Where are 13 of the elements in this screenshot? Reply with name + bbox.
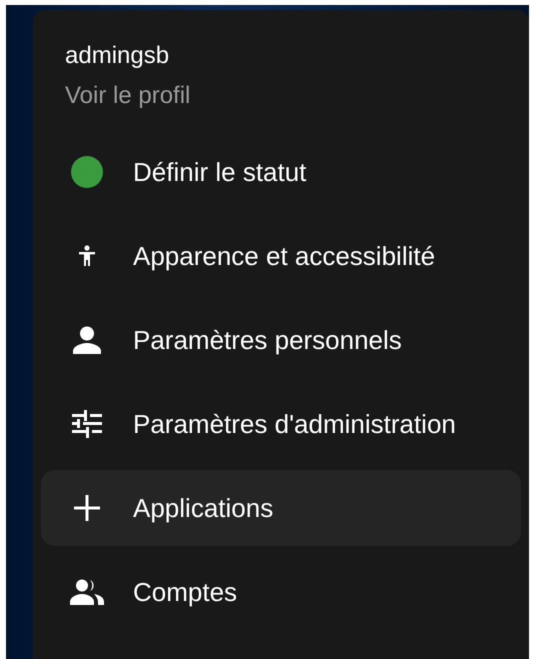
person-icon bbox=[72, 326, 102, 354]
menu-item[interactable]: Définir le statut bbox=[41, 134, 521, 210]
menu-item[interactable]: Apparence et accessibilité bbox=[41, 218, 521, 294]
plus-icon bbox=[74, 495, 100, 521]
menu-item[interactable]: Paramètres personnels bbox=[41, 302, 521, 378]
accessibility-icon bbox=[79, 245, 95, 267]
menu-item[interactable]: Applications bbox=[41, 470, 521, 546]
user-name: admingsb bbox=[65, 41, 170, 71]
menu-item[interactable]: Paramètres d'administration bbox=[41, 386, 521, 462]
people-icon bbox=[70, 579, 104, 605]
view-profile-link[interactable]: Voir le profil bbox=[65, 76, 190, 116]
menu-item[interactable]: Comptes bbox=[41, 554, 521, 630]
sliders-icon bbox=[72, 410, 102, 438]
